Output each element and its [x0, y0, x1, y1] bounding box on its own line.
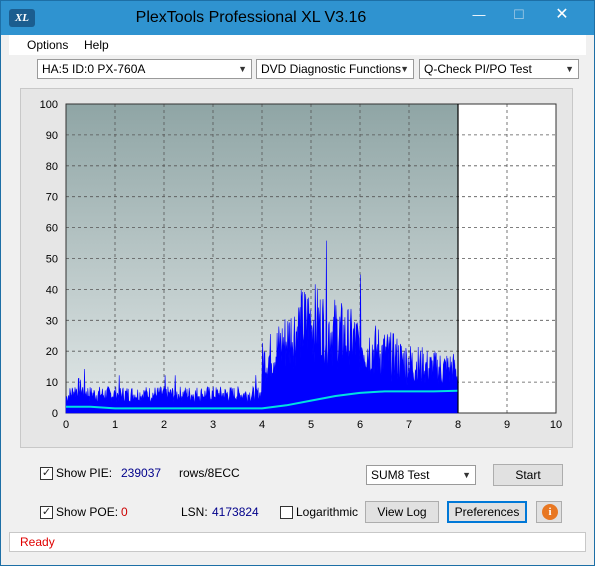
poe-value: 0 [121, 505, 128, 519]
view-log-button[interactable]: View Log [365, 501, 439, 523]
y-tick-label: 20 [46, 346, 58, 358]
lsn-label: LSN: [181, 505, 208, 519]
status-bar: Ready [9, 532, 586, 552]
y-tick-label: 40 [46, 284, 58, 296]
controls-panel: ✓ Show PIE: 239037 rows/8ECC SUM8 Test ▼… [9, 456, 586, 528]
close-button[interactable]: ✕ [539, 1, 585, 31]
logarithmic-checkbox[interactable] [280, 506, 293, 519]
y-tick-label: 70 [46, 192, 58, 204]
maximize-button[interactable]: ☐ [499, 1, 539, 31]
x-tick-label: 8 [455, 419, 461, 431]
pie-unit: rows/8ECC [179, 466, 240, 480]
minimize-icon: — [472, 7, 486, 22]
status-text: Ready [20, 535, 55, 549]
x-tick-label: 5 [308, 419, 314, 431]
chevron-down-icon: ▼ [400, 64, 409, 74]
window-title: PlexTools Professional XL V3.16 [135, 9, 367, 26]
chevron-down-icon: ▼ [462, 470, 471, 480]
y-tick-label: 90 [46, 130, 58, 142]
y-tick-label: 80 [46, 161, 58, 173]
chevron-down-icon: ▼ [238, 64, 247, 74]
y-tick-label: 100 [40, 99, 58, 111]
test-select[interactable]: Q-Check PI/PO Test ▼ [419, 59, 579, 79]
x-tick-label: 2 [161, 419, 167, 431]
show-poe-checkbox[interactable]: ✓ [40, 506, 53, 519]
x-tick-label: 9 [504, 419, 510, 431]
show-pie-label: Show PIE: [56, 466, 113, 480]
y-tick-label: 10 [46, 377, 58, 389]
drive-select-value: HA:5 ID:0 PX-760A [42, 62, 146, 76]
test-select-value: Q-Check PI/PO Test [424, 62, 532, 76]
info-icon: i [542, 504, 558, 520]
lsn-value: 4173824 [212, 505, 259, 519]
show-poe-label: Show POE: [56, 505, 119, 519]
x-tick-label: 3 [210, 419, 216, 431]
title-bar[interactable]: XL PlexTools Professional XL V3.16 — ☐ ✕ [1, 1, 594, 35]
x-tick-label: 6 [357, 419, 363, 431]
function-select-value: DVD Diagnostic Functions [261, 62, 402, 76]
menu-bar: Options Help [9, 35, 586, 55]
minimize-button[interactable]: — [459, 1, 499, 31]
y-tick-label: 0 [52, 408, 58, 420]
drive-select[interactable]: HA:5 ID:0 PX-760A ▼ [37, 59, 252, 79]
logarithmic-label: Logarithmic [296, 505, 359, 519]
info-button[interactable]: i [536, 501, 562, 523]
function-select[interactable]: DVD Diagnostic Functions ▼ [256, 59, 414, 79]
y-tick-label: 30 [46, 315, 58, 327]
start-button[interactable]: Start [493, 464, 563, 486]
show-pie-checkbox[interactable]: ✓ [40, 467, 53, 480]
pi-po-chart: 0 1 2 3 4 5 6 7 8 9 100102030405060708090100 [40, 99, 562, 431]
toolbar: HA:5 ID:0 PX-760A ▼ DVD Diagnostic Funct… [9, 55, 586, 85]
y-tick-label: 60 [46, 223, 58, 235]
x-tick-label: 10 [550, 419, 562, 431]
sum-test-select[interactable]: SUM8 Test ▼ [366, 465, 476, 485]
x-tick-label: 0 [63, 419, 69, 431]
close-icon: ✕ [555, 6, 569, 23]
x-tick-label: 7 [406, 419, 412, 431]
menu-help[interactable]: Help [84, 38, 109, 52]
sum-test-value: SUM8 Test [371, 468, 430, 482]
chart-panel: 0 1 2 3 4 5 6 7 8 9 10 0 10 20 30 40 50 60 70 80 90 100 [20, 88, 573, 448]
app-window: XL PlexTools Professional XL V3.16 — ☐ ✕… [0, 0, 595, 566]
x-tick-label: 1 [112, 419, 118, 431]
chevron-down-icon: ▼ [565, 64, 574, 74]
pie-value: 239037 [121, 466, 162, 480]
preferences-button[interactable]: Preferences [447, 501, 527, 523]
maximize-icon: ☐ [513, 7, 525, 22]
y-tick-label: 50 [46, 254, 58, 266]
menu-options[interactable]: Options [27, 38, 68, 52]
x-tick-label: 4 [259, 419, 265, 431]
